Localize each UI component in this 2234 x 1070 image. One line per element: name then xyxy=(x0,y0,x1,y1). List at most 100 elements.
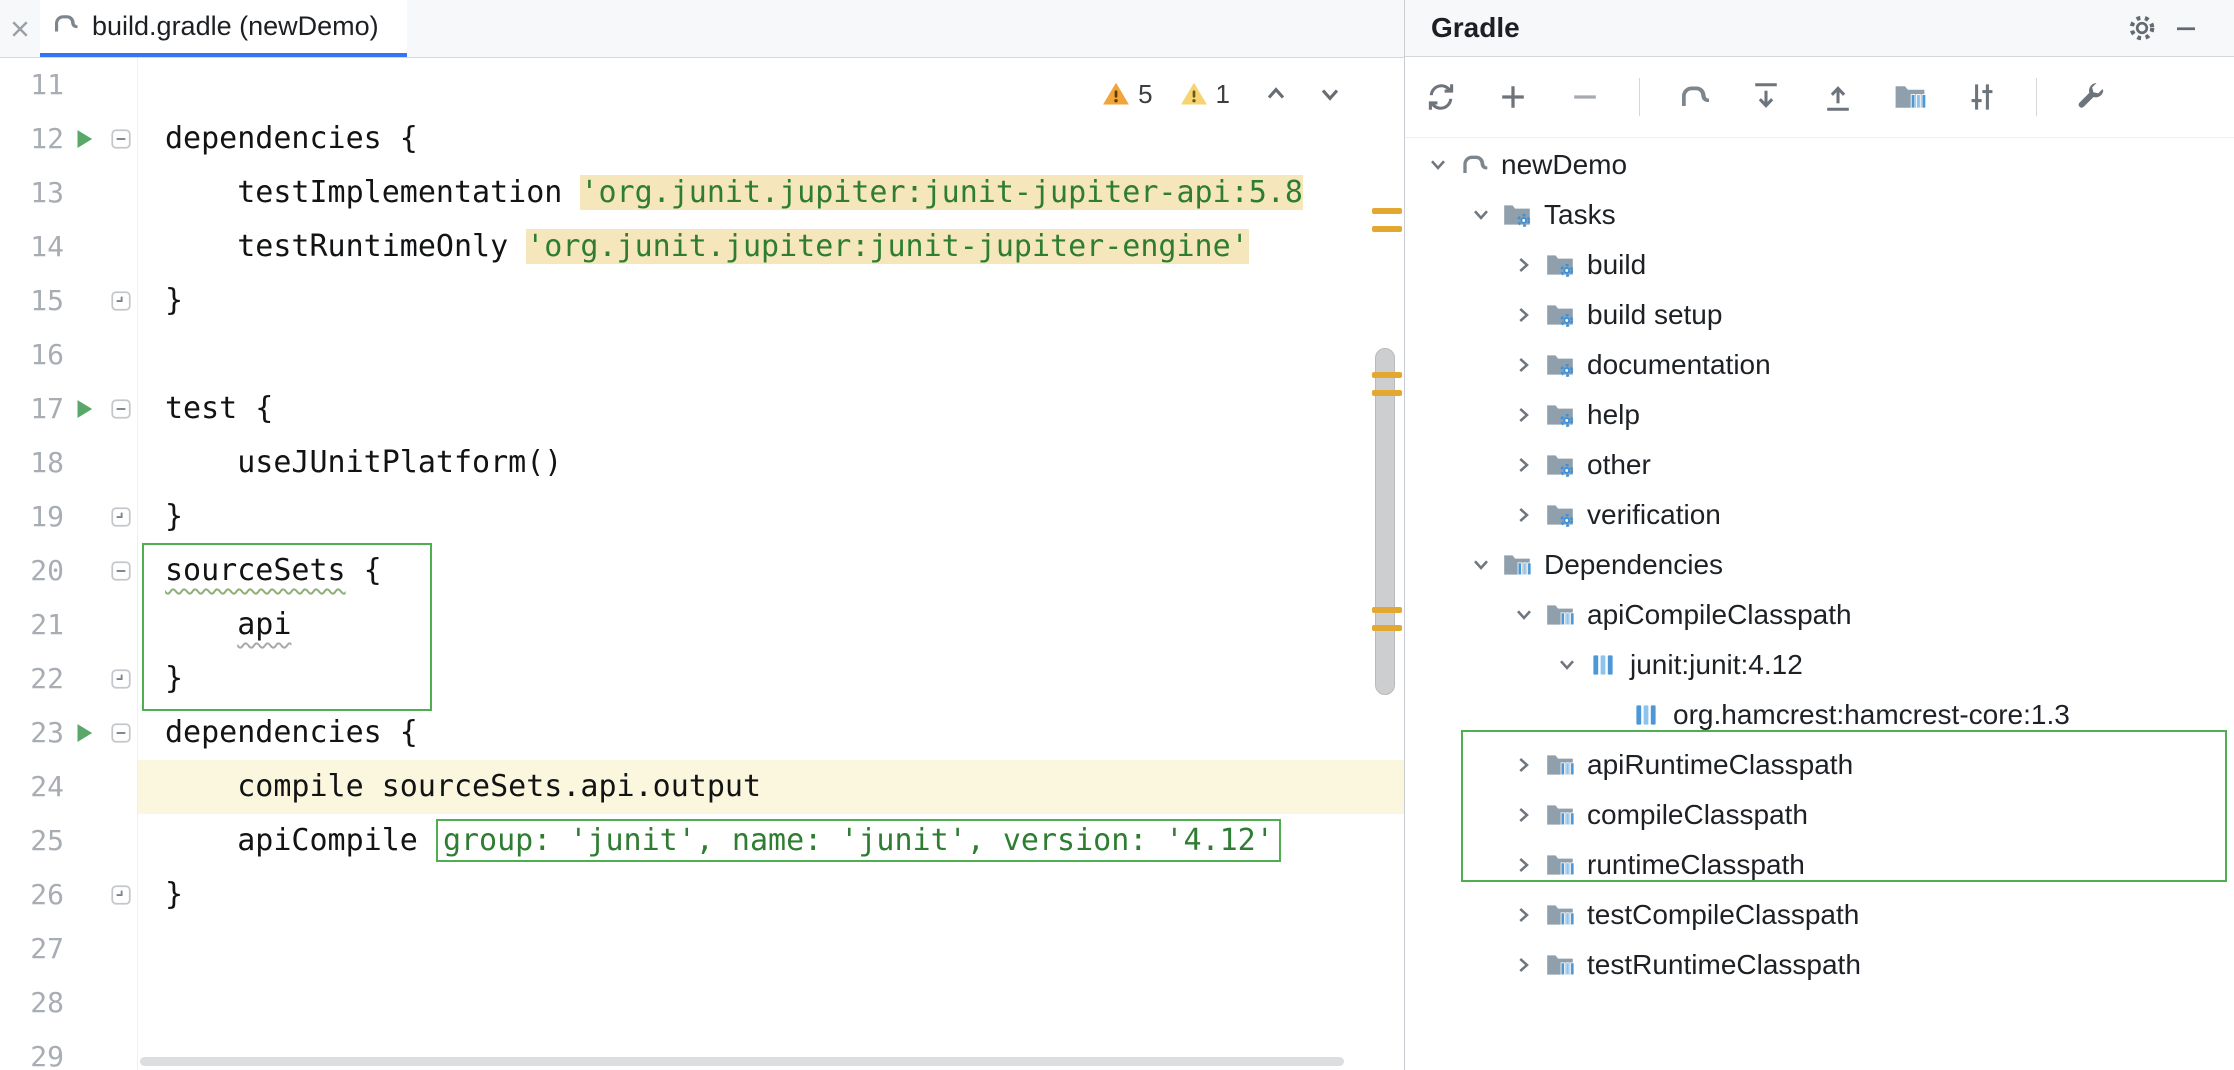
vertical-scrollbar-thumb[interactable] xyxy=(1375,348,1395,695)
tree-item-apicompileclasspath[interactable]: apiCompileClasspath xyxy=(1405,590,2234,640)
fold-start-icon[interactable] xyxy=(104,544,138,598)
warning-stripe-mark[interactable] xyxy=(1372,390,1402,396)
chevron-right-icon[interactable] xyxy=(1505,853,1543,877)
tree-item-apiruntimeclasspath[interactable]: apiRuntimeClasspath xyxy=(1405,740,2234,790)
code-line-23[interactable]: 23dependencies { xyxy=(0,706,1404,760)
warning-stripe-mark[interactable] xyxy=(1372,372,1402,378)
warning-stripe-mark[interactable] xyxy=(1372,208,1402,214)
code-line-17[interactable]: 17test { xyxy=(0,382,1404,436)
tree-item-junit-junit-4-12[interactable]: junit:junit:4.12 xyxy=(1405,640,2234,690)
fold-gutter xyxy=(104,976,138,1030)
code-line-15[interactable]: 15} xyxy=(0,274,1404,328)
code-line-24[interactable]: 24 compile sourceSets.api.output xyxy=(0,760,1404,814)
weak-warnings-indicator[interactable]: 1 xyxy=(1179,79,1230,110)
close-icon[interactable] xyxy=(0,0,40,57)
fold-start-icon[interactable] xyxy=(104,112,138,166)
code-segment: test { xyxy=(165,391,273,426)
code-segment: 'org.junit.jupiter:junit-jupiter-engine' xyxy=(526,229,1248,264)
fold-end-icon[interactable] xyxy=(104,868,138,922)
warning-stripe-mark[interactable] xyxy=(1372,226,1402,232)
code-line-16[interactable]: 16 xyxy=(0,328,1404,382)
chevron-down-icon[interactable] xyxy=(1548,653,1586,677)
line-number: 24 xyxy=(0,760,64,814)
tree-item-label: Dependencies xyxy=(1544,549,1723,581)
previous-problem-icon[interactable] xyxy=(1256,74,1296,114)
tree-item-tasks[interactable]: Tasks xyxy=(1405,190,2234,240)
code-line-22[interactable]: 22} xyxy=(0,652,1404,706)
warning-stripe-mark[interactable] xyxy=(1372,607,1402,613)
chevron-right-icon[interactable] xyxy=(1505,953,1543,977)
code-line-12[interactable]: 12dependencies { xyxy=(0,112,1404,166)
run-gutter-icon[interactable] xyxy=(64,112,104,166)
tree-item-build[interactable]: build xyxy=(1405,240,2234,290)
chevron-right-icon[interactable] xyxy=(1505,403,1543,427)
code-line-27[interactable]: 27 xyxy=(0,922,1404,976)
add-icon[interactable] xyxy=(1495,79,1531,115)
code-line-21[interactable]: 21 api xyxy=(0,598,1404,652)
chevron-right-icon[interactable] xyxy=(1505,353,1543,377)
collapse-all-icon[interactable] xyxy=(1820,79,1856,115)
code-editor[interactable]: 1112dependencies {13 testImplementation … xyxy=(0,58,1404,1070)
chevron-down-icon[interactable] xyxy=(1462,553,1500,577)
tree-item-newdemo[interactable]: newDemo xyxy=(1405,140,2234,190)
code-line-14[interactable]: 14 testRuntimeOnly 'org.junit.jupiter:ju… xyxy=(0,220,1404,274)
chevron-right-icon[interactable] xyxy=(1505,903,1543,927)
warnings-indicator[interactable]: 5 xyxy=(1101,79,1152,110)
fold-start-icon[interactable] xyxy=(104,382,138,436)
warning-stripe-mark[interactable] xyxy=(1372,625,1402,631)
tree-item-dependencies[interactable]: Dependencies xyxy=(1405,540,2234,590)
chevron-right-icon[interactable] xyxy=(1505,503,1543,527)
code-line-20[interactable]: 20sourceSets { xyxy=(0,544,1404,598)
code-line-13[interactable]: 13 testImplementation 'org.junit.jupiter… xyxy=(0,166,1404,220)
remove-icon[interactable] xyxy=(1567,79,1603,115)
fold-gutter xyxy=(104,760,138,814)
show-dependencies-icon[interactable] xyxy=(1892,79,1928,115)
chevron-down-icon[interactable] xyxy=(1462,203,1500,227)
fold-end-icon[interactable] xyxy=(104,652,138,706)
code-line-28[interactable]: 28 xyxy=(0,976,1404,1030)
tree-item-build-setup[interactable]: build setup xyxy=(1405,290,2234,340)
chevron-down-icon[interactable] xyxy=(1505,603,1543,627)
tree-item-other[interactable]: other xyxy=(1405,440,2234,490)
horizontal-scrollbar-thumb[interactable] xyxy=(140,1057,1344,1066)
fold-end-icon[interactable] xyxy=(104,274,138,328)
chevron-right-icon[interactable] xyxy=(1505,303,1543,327)
run-gutter-icon[interactable] xyxy=(64,706,104,760)
code-line-18[interactable]: 18 useJUnitPlatform() xyxy=(0,436,1404,490)
fold-end-icon[interactable] xyxy=(104,490,138,544)
tree-item-org-hamcrest-hamcrest-core-1-3[interactable]: org.hamcrest:hamcrest-core:1.3 xyxy=(1405,690,2234,740)
run-gutter-icon[interactable] xyxy=(64,382,104,436)
code-line-26[interactable]: 26} xyxy=(0,868,1404,922)
tree-item-testruntimeclasspath[interactable]: testRuntimeClasspath xyxy=(1405,940,2234,990)
tree-item-testcompileclasspath[interactable]: testCompileClasspath xyxy=(1405,890,2234,940)
depfolder-icon xyxy=(1543,599,1577,631)
build-tool-settings-icon[interactable] xyxy=(2073,79,2109,115)
chevron-down-icon[interactable] xyxy=(1419,153,1457,177)
next-problem-icon[interactable] xyxy=(1310,74,1350,114)
gradle-run-icon[interactable] xyxy=(1676,79,1712,115)
tree-item-help[interactable]: help xyxy=(1405,390,2234,440)
fold-start-icon[interactable] xyxy=(104,706,138,760)
code-text: } xyxy=(138,274,1404,328)
minimize-icon[interactable] xyxy=(2164,6,2208,50)
line-number: 28 xyxy=(0,976,64,1030)
library-icon xyxy=(1629,699,1663,731)
expand-all-icon[interactable] xyxy=(1748,79,1784,115)
code-line-19[interactable]: 19} xyxy=(0,490,1404,544)
tree-item-documentation[interactable]: documentation xyxy=(1405,340,2234,390)
tree-item-runtimeclasspath[interactable]: runtimeClasspath xyxy=(1405,840,2234,890)
sliders-icon[interactable] xyxy=(1964,79,2000,115)
chevron-right-icon[interactable] xyxy=(1505,253,1543,277)
tree-item-label: testCompileClasspath xyxy=(1587,899,1859,931)
tree-item-compileclasspath[interactable]: compileClasspath xyxy=(1405,790,2234,840)
chevron-right-icon[interactable] xyxy=(1505,803,1543,827)
chevron-right-icon[interactable] xyxy=(1505,453,1543,477)
tree-item-verification[interactable]: verification xyxy=(1405,490,2234,540)
code-line-25[interactable]: 25 apiCompile group: 'junit', name: 'jun… xyxy=(0,814,1404,868)
settings-gear-icon[interactable] xyxy=(2120,6,2164,50)
editor-tab-build-gradle[interactable]: build.gradle (newDemo) xyxy=(40,0,407,57)
refresh-icon[interactable] xyxy=(1423,79,1459,115)
gutter-space xyxy=(64,274,104,328)
chevron-right-icon[interactable] xyxy=(1505,753,1543,777)
code-text: useJUnitPlatform() xyxy=(138,436,1404,490)
